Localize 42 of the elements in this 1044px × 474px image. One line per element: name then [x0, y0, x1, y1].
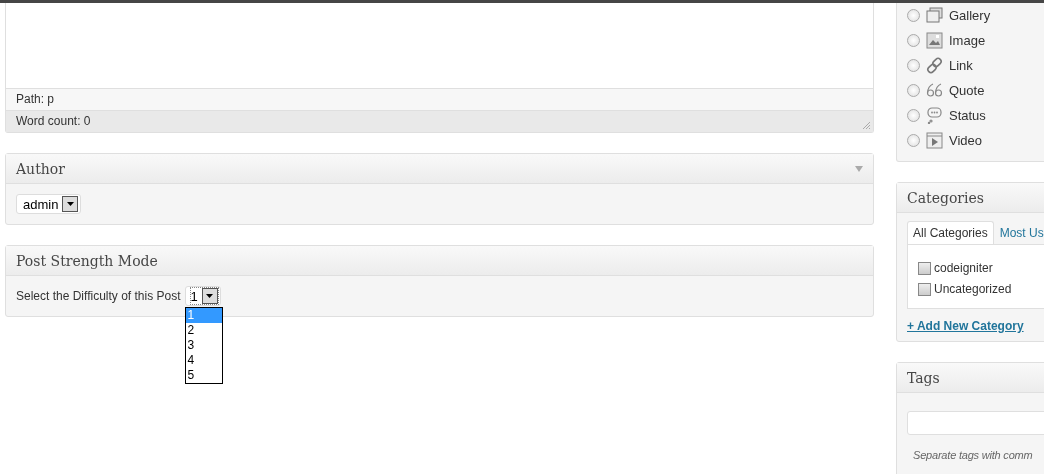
word-count: Word count: 0 — [16, 114, 91, 128]
dropdown-option[interactable]: 2 — [185, 323, 222, 338]
radio-button[interactable] — [907, 109, 920, 122]
radio-button[interactable] — [907, 59, 920, 72]
format-label: Image — [949, 33, 986, 48]
caret-icon — [66, 202, 74, 206]
format-label: Video — [949, 133, 982, 148]
collapse-arrow-icon[interactable] — [855, 165, 863, 172]
format-label: Gallery — [949, 8, 991, 23]
video-icon — [926, 132, 943, 149]
category-tab[interactable]: Most Us — [993, 221, 1044, 244]
resize-grip-icon[interactable] — [862, 121, 871, 130]
tag-input[interactable] — [907, 411, 1044, 435]
radio-button[interactable] — [907, 84, 920, 97]
category-label: codeigniter — [934, 261, 993, 275]
panel-title: Post Strength Mode — [16, 252, 158, 269]
path-label: Path: p — [6, 88, 873, 110]
add-category-link[interactable]: + Add New Category — [907, 319, 1024, 333]
dropdown-option[interactable]: 5 — [185, 368, 222, 383]
tags-hint: Separate tags with comm — [913, 449, 1034, 461]
difficulty-label: Select the Difficulty of this Post — [16, 289, 181, 303]
panel-title: Categories — [907, 189, 984, 206]
radio-button[interactable] — [907, 9, 920, 22]
image-icon — [926, 32, 943, 49]
format-label: Quote — [949, 83, 985, 98]
radio-button[interactable] — [907, 34, 920, 47]
dropdown-option[interactable]: 3 — [185, 338, 222, 353]
link-icon — [926, 57, 943, 74]
radio-button[interactable] — [907, 134, 920, 147]
checkbox[interactable] — [918, 261, 931, 275]
quote-icon — [926, 82, 943, 99]
format-label: Status — [949, 108, 986, 123]
category-label: Uncategorized — [934, 282, 1012, 296]
panel-title: Author — [16, 160, 65, 177]
category-tab[interactable]: All Categories — [907, 221, 994, 244]
gallery-icon — [926, 7, 943, 24]
format-label: Link — [949, 58, 973, 73]
status-icon — [926, 107, 943, 124]
checkbox[interactable] — [918, 282, 931, 296]
author-select[interactable]: admin — [16, 194, 82, 214]
dropdown-option[interactable]: 4 — [185, 353, 222, 368]
panel-title: Tags — [907, 369, 940, 386]
